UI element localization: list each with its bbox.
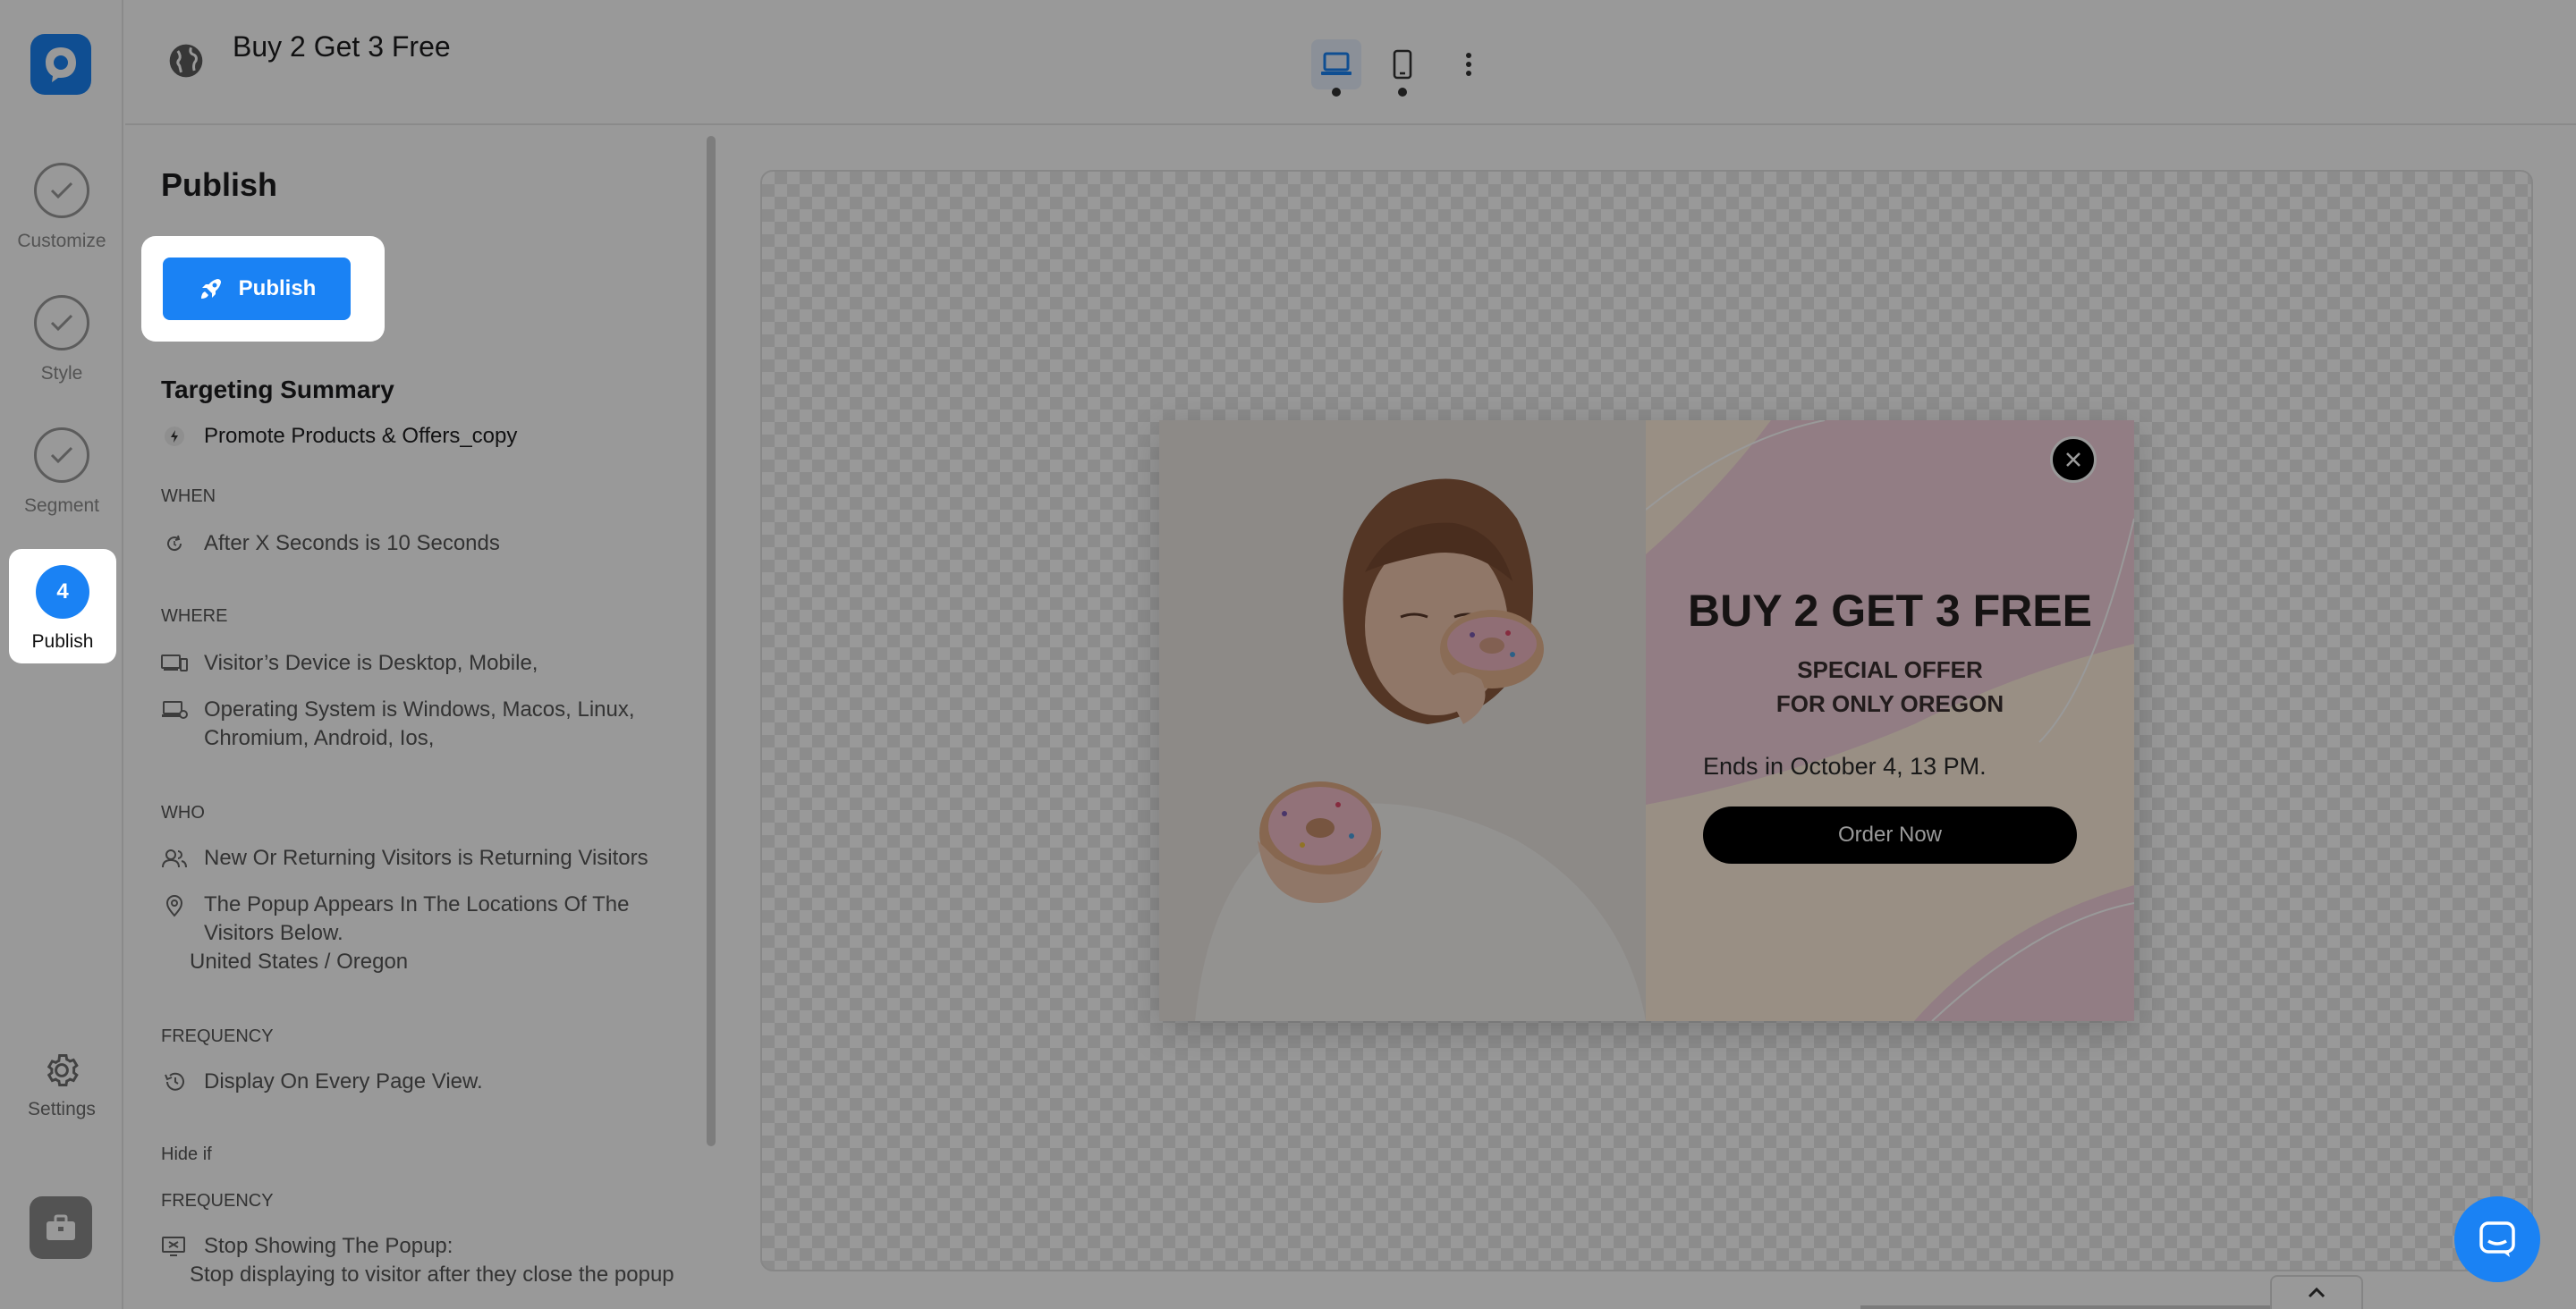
laptop-settings-icon	[161, 696, 188, 753]
rail-label: Publish	[31, 631, 94, 652]
order-now-button[interactable]: Order Now	[1703, 807, 2077, 864]
page-title: Buy 2 Get 3 Free	[233, 30, 451, 63]
desktop-preview-button[interactable]	[1311, 39, 1361, 89]
laptop-icon	[1321, 52, 1352, 75]
rail-label: Settings	[28, 1099, 96, 1119]
rocket-icon	[200, 279, 221, 299]
who-location: The Popup Appears In The Locations Of Th…	[204, 892, 630, 945]
hide-if-label: Hide if	[161, 1144, 212, 1164]
where-device-row: Visitor’s Device is Desktop, Mobile,	[161, 649, 689, 678]
frequency-label: FREQUENCY	[161, 1026, 274, 1046]
who-visitors: New Or Returning Visitors is Returning V…	[204, 846, 648, 870]
users-icon	[161, 844, 188, 873]
countdown-text: Ends in October 4, 13 PM.	[1703, 753, 1987, 780]
offer-panel: BUY 2 GET 3 FREE SPECIAL OFFER FOR ONLY …	[1646, 420, 2134, 1021]
gear-icon	[47, 1054, 79, 1086]
offer-title: BUY 2 GET 3 FREE	[1688, 586, 2092, 636]
briefcase-icon	[47, 1214, 75, 1240]
rail-item-settings[interactable]: Settings	[0, 1051, 123, 1120]
rail-item-customize[interactable]: Customize	[0, 163, 123, 252]
who-visitors-row: New Or Returning Visitors is Returning V…	[161, 844, 689, 873]
location-pin-icon	[161, 891, 188, 948]
where-label: WHERE	[161, 606, 228, 626]
check-icon	[34, 163, 89, 218]
rail-label: Customize	[17, 231, 106, 251]
offer-subtitle: SPECIAL OFFER FOR ONLY OREGON	[1646, 653, 2134, 721]
donut-photo	[1159, 420, 1646, 1021]
rail-label: Segment	[23, 495, 100, 516]
desktop-indicator-dot	[1332, 88, 1341, 97]
logo-icon	[46, 47, 76, 82]
expand-tab[interactable]	[2270, 1275, 2363, 1309]
publish-button[interactable]: Publish	[163, 258, 351, 320]
refresh-icon	[161, 529, 188, 558]
chat-icon	[2479, 1221, 2515, 1257]
app-logo[interactable]	[30, 34, 91, 95]
mobile-indicator-dot	[1398, 88, 1407, 97]
rail-item-segment[interactable]: Segment	[0, 427, 123, 517]
globe-icon	[169, 44, 203, 78]
popup-preview: BUY 2 GET 3 FREE SPECIAL OFFER FOR ONLY …	[1159, 420, 2134, 1021]
frequency-row: Display On Every Page View.	[161, 1068, 689, 1096]
rail-label: Style	[40, 363, 83, 384]
when-rule: After X Seconds is 10 Seconds	[204, 531, 500, 555]
woman-eating-donut-image	[1159, 420, 1646, 1021]
top-header: Buy 2 Get 3 Free	[125, 0, 2576, 125]
step-number: 4	[36, 565, 89, 619]
hide-frequency-label: FREQUENCY	[161, 1191, 274, 1211]
more-options-button[interactable]	[1444, 39, 1494, 89]
who-location-value: United States / Oregon	[190, 950, 409, 974]
lightning-icon	[161, 422, 188, 451]
when-label: WHEN	[161, 486, 216, 506]
campaign-row: Promote Products & Offers_copy	[161, 422, 689, 451]
briefcase-button[interactable]	[30, 1196, 92, 1259]
panel-heading: Publish	[161, 166, 278, 203]
check-icon	[34, 427, 89, 483]
where-os: Operating System is Windows, Macos, Linu…	[204, 697, 635, 750]
stop-detail: Stop displaying to visitor after they cl…	[190, 1263, 674, 1287]
history-icon	[161, 1068, 188, 1096]
targeting-summary-title: Targeting Summary	[161, 376, 394, 403]
rail-item-publish[interactable]: 4 Publish	[9, 549, 116, 663]
where-device: Visitor’s Device is Desktop, Mobile,	[204, 651, 538, 675]
mobile-preview-button[interactable]	[1377, 39, 1428, 89]
devices-icon	[161, 649, 188, 678]
monitor-off-icon	[161, 1232, 188, 1261]
campaign-name: Promote Products & Offers_copy	[204, 424, 518, 448]
who-location-row: The Popup Appears In The Locations Of Th…	[161, 891, 689, 948]
check-icon	[34, 295, 89, 350]
who-label: WHO	[161, 803, 205, 823]
rail-item-style[interactable]: Style	[0, 295, 123, 384]
more-vertical-icon	[1466, 53, 1471, 76]
frequency-rule: Display On Every Page View.	[204, 1069, 483, 1094]
chat-button[interactable]	[2454, 1196, 2540, 1282]
mobile-icon	[1393, 49, 1412, 80]
stop-showing-row: Stop Showing The Popup:	[161, 1232, 689, 1261]
panel-scrollbar[interactable]	[707, 136, 716, 1146]
publish-button-label: Publish	[238, 276, 317, 300]
popup-close-button[interactable]	[2050, 436, 2097, 483]
where-os-row: Operating System is Windows, Macos, Linu…	[161, 696, 689, 753]
publish-highlight: Publish	[141, 236, 385, 342]
when-rule-row: After X Seconds is 10 Seconds	[161, 529, 689, 558]
decorative-swoosh	[1646, 420, 2134, 1021]
stop-title: Stop Showing The Popup:	[204, 1234, 453, 1258]
offer-subtitle-line2: FOR ONLY OREGON	[1775, 690, 2004, 717]
offer-subtitle-line1: SPECIAL OFFER	[1797, 656, 1983, 683]
chevron-up-icon	[2308, 1288, 2326, 1298]
close-icon	[2066, 452, 2080, 467]
